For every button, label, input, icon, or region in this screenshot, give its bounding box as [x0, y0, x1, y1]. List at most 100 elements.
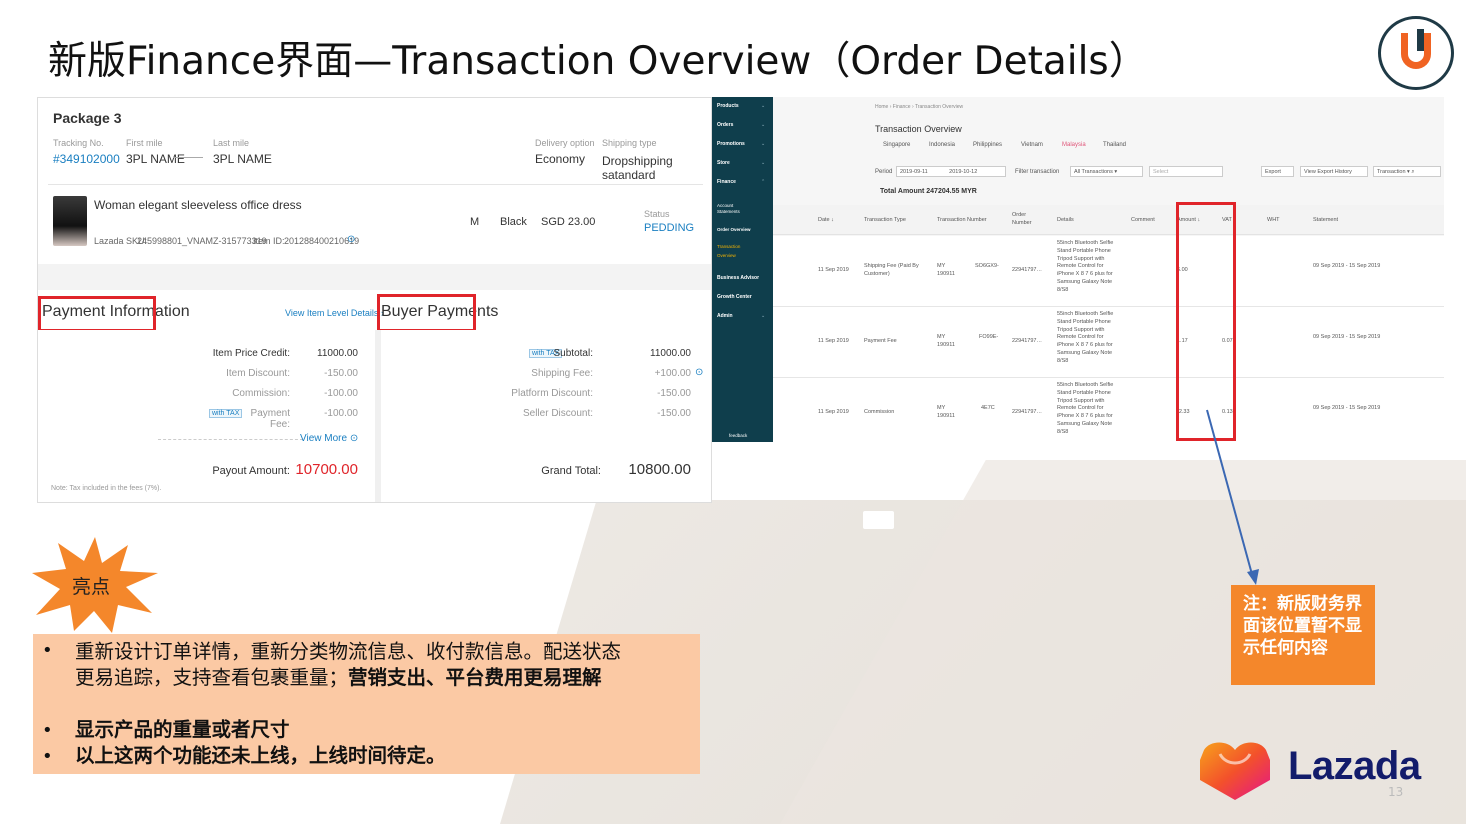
row-statement[interactable]: 09 Sep 2019 - 15 Sep 2019 — [1313, 263, 1383, 271]
payout-label: Payout Amount: — [212, 465, 290, 477]
tab-vietnam[interactable]: Vietnam — [1021, 142, 1043, 148]
background-square — [863, 511, 894, 529]
table-row[interactable]: 11 Sep 2019 Payment Fee MY 190911 FO99E-… — [773, 307, 1444, 378]
payment-fee-label: Payment Fee: — [250, 408, 290, 430]
sidebar-item-store[interactable]: Store — [717, 160, 730, 166]
row-statement[interactable]: 09 Sep 2019 - 15 Sep 2019 — [1313, 405, 1383, 413]
breadcrumb-home[interactable]: Home — [875, 104, 888, 110]
feedback-link[interactable]: feedback — [729, 433, 747, 438]
status-label: Status — [644, 209, 670, 219]
row-date: 11 Sep 2019 — [818, 338, 849, 344]
commission-label: Commission: — [232, 388, 290, 399]
col-details: Details — [1057, 217, 1074, 223]
item-id-label: Item ID: — [253, 236, 285, 246]
row-txn-code: FO99E- — [979, 334, 999, 340]
highlight-badge: 亮点 — [72, 576, 111, 598]
page-number: 13 — [1388, 785, 1404, 799]
sidebar-item-finance[interactable]: Finance — [717, 179, 736, 185]
sidebar-sub-order-overview[interactable]: Order Overview — [717, 227, 751, 232]
u-logo-icon — [1378, 16, 1454, 90]
highlight-line-1: 重新设计订单详情，重新分类物流信息、收付款信息。配送状态 — [75, 640, 622, 663]
tab-indonesia[interactable]: Indonesia — [929, 142, 955, 148]
sidebar-item-products[interactable]: Products — [717, 103, 739, 109]
item-discount-label: Item Discount: — [226, 368, 290, 379]
sidebar-item-admin[interactable]: Admin — [717, 313, 733, 319]
breadcrumb: Home › Finance › Transaction Overview — [875, 104, 964, 110]
period-date-picker[interactable]: 2019-09-11 2019-10-12 — [896, 166, 1006, 177]
row-details: 55inch Bluetooth Selfie Stand Portable P… — [1057, 382, 1114, 435]
chevron-down-icon: ⌄ — [761, 313, 766, 319]
route-line — [173, 157, 203, 158]
page-title: Transaction Overview — [875, 124, 962, 134]
tab-singapore[interactable]: Singapore — [883, 142, 910, 148]
sidebar-sub-account-statements[interactable]: Account Statements — [717, 203, 757, 215]
view-item-level-link[interactable]: View Item Level Details › — [285, 308, 384, 318]
seller-sidebar: Products ⌄ Orders ⌄ Promotions ⌄ Store ⌄… — [712, 97, 773, 442]
breadcrumb-finance[interactable]: Finance — [893, 104, 911, 110]
tracking-number-link[interactable]: #349102000 — [53, 152, 120, 166]
seller-discount-label: Seller Discount: — [522, 408, 593, 419]
transaction-search-input[interactable]: Transaction ▾ ⌕ — [1373, 166, 1441, 177]
tax-note: Note: Tax included in the fees (7%). — [51, 485, 162, 492]
row-txn-code: 4E7C — [981, 405, 995, 411]
item-price-value: 11000.00 — [317, 348, 358, 359]
row-order-number[interactable]: 22941797… — [1012, 409, 1042, 416]
col-statement: Statement — [1313, 217, 1339, 223]
tab-malaysia[interactable]: Malaysia — [1062, 142, 1086, 148]
product-price: SGD 23.00 — [541, 216, 596, 228]
last-mile-label: Last mile — [213, 138, 250, 148]
sku-value: 245998801_VNAMZ-315773319 — [137, 236, 267, 246]
item-price-label: Item Price Credit: — [212, 348, 290, 359]
expand-icon[interactable]: ⊙ — [695, 367, 703, 378]
transaction-main: Home › Finance › Transaction Overview Tr… — [773, 97, 1444, 442]
sidebar-item-promotions[interactable]: Promotions — [717, 141, 745, 147]
payment-fee-value: -100.00 — [324, 408, 358, 419]
row-order-number[interactable]: 22941797… — [1012, 338, 1042, 345]
shipping-fee-value: +100.00 — [654, 368, 691, 379]
transaction-filter-select[interactable]: All Transactions ▾ — [1070, 166, 1143, 177]
comment-column-highlight — [1176, 202, 1236, 441]
delivery-option-label: Delivery option — [535, 138, 595, 148]
lazada-wordmark: Lazada — [1288, 744, 1421, 788]
export-button[interactable]: Export — [1261, 166, 1294, 177]
expand-icon[interactable]: ⊙ — [347, 234, 355, 245]
row-details: 55inch Bluetooth Selfie Stand Portable P… — [1057, 240, 1114, 293]
buyer-payments-highlight — [377, 294, 476, 332]
col-comment: Comment — [1131, 217, 1155, 223]
product-name: Woman elegant sleeveless office dress — [94, 198, 302, 212]
table-row[interactable]: 11 Sep 2019 Shipping Fee (Paid By Custom… — [773, 236, 1444, 307]
lazada-heart-icon — [1200, 742, 1270, 800]
grand-total-label: Grand Total: — [541, 465, 601, 477]
slide-title: 新版Finance界面—Transaction Overview（Order D… — [48, 39, 1148, 84]
sidebar-sub-transaction-overview[interactable]: Transaction Overview — [717, 242, 751, 260]
sidebar-item-growth-center[interactable]: Growth Center — [717, 294, 752, 300]
view-export-history-button[interactable]: View Export History — [1300, 166, 1368, 177]
highlight-line-3: 显示产品的重量或者尺寸 — [75, 718, 290, 741]
table-header: Date ↓ Transaction Type Transaction Numb… — [773, 205, 1444, 235]
chevron-down-icon: ⌄ — [761, 141, 766, 147]
divider — [48, 184, 703, 185]
row-type: Payment Fee — [864, 338, 897, 344]
tab-philippines[interactable]: Philippines — [973, 142, 1002, 148]
table-row[interactable]: 11 Sep 2019 Commission MY 190911 4E7C 22… — [773, 378, 1444, 442]
col-date[interactable]: Date ↓ — [818, 217, 834, 224]
row-txn-date: 190911 — [937, 342, 955, 348]
row-statement[interactable]: 09 Sep 2019 - 15 Sep 2019 — [1313, 334, 1383, 342]
tab-thailand[interactable]: Thailand — [1103, 142, 1126, 148]
chevron-up-icon: ⌃ — [761, 179, 766, 185]
sidebar-item-orders[interactable]: Orders — [717, 122, 733, 128]
bullet-icon: • — [42, 640, 53, 661]
product-size: M — [470, 216, 480, 228]
row-type: Shipping Fee (Paid By Customer) — [864, 263, 919, 277]
row-txn-date: 190911 — [937, 271, 955, 277]
chevron-down-icon: ⌄ — [761, 122, 766, 128]
total-amount: Total Amount 247204.55 MYR — [880, 188, 977, 195]
sidebar-item-business-advisor[interactable]: Business Advisor — [717, 275, 759, 281]
view-more-link[interactable]: View More ⊙ — [300, 433, 370, 444]
row-order-number[interactable]: 22941797… — [1012, 267, 1042, 274]
breadcrumb-current: Transaction Overview — [914, 104, 964, 110]
col-wht: WHT — [1267, 217, 1280, 223]
select-dropdown[interactable]: Select — [1149, 166, 1223, 177]
filter-label: Filter transaction — [1015, 169, 1060, 175]
period-label: Period — [875, 169, 893, 175]
